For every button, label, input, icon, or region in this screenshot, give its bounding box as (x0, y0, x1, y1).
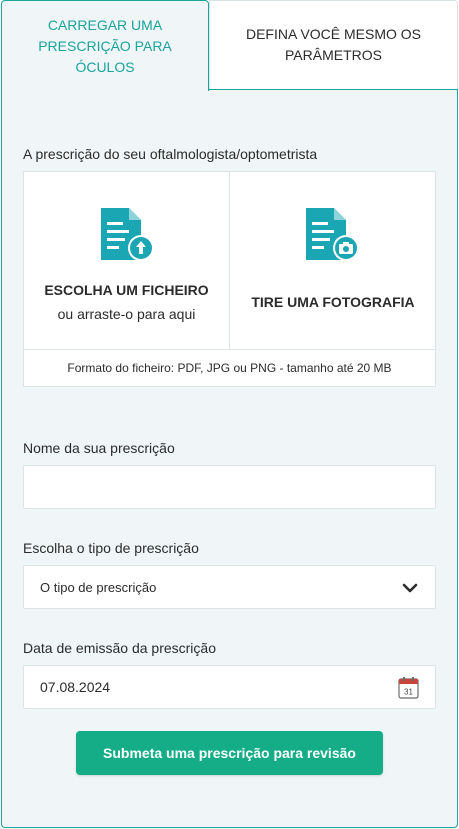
chevron-down-icon (402, 583, 418, 593)
prescription-name-label: Nome da sua prescrição (23, 440, 175, 456)
document-camera-icon (306, 208, 359, 261)
choose-file-title: ESCOLHA UM FICHEIRO (44, 282, 209, 298)
calendar-icon[interactable]: 31 (397, 675, 421, 700)
prescription-type-select[interactable]: O tipo de prescrição (23, 565, 436, 609)
upload-section-label: A prescrição do seu oftalmologista/optom… (23, 146, 318, 162)
calendar-day-text: 31 (404, 688, 413, 697)
submit-prescription-button[interactable]: Submeta uma prescrição para revisão (76, 731, 383, 775)
issue-date-value: 07.08.2024 (40, 679, 111, 695)
issue-date-label: Data de emissão da prescrição (23, 640, 216, 656)
prescription-type-value: O tipo de prescrição (40, 579, 157, 595)
choose-file-button[interactable]: ESCOLHA UM FICHEIRO ou arraste-o para aq… (24, 172, 230, 349)
take-photo-button[interactable]: TIRE UMA FOTOGRAFIA (230, 172, 436, 349)
prescription-name-input[interactable] (23, 465, 436, 509)
issue-date-input[interactable]: 07.08.2024 31 (23, 665, 436, 709)
file-format-note: Formato do ficheiro: PDF, JPG ou PNG - t… (24, 349, 435, 386)
document-upload-icon (101, 208, 154, 261)
upload-box: ESCOLHA UM FICHEIRO ou arraste-o para aq… (23, 171, 436, 387)
prescription-type-label: Escolha o tipo de prescrição (23, 540, 199, 556)
choose-file-subtitle: ou arraste-o para aqui (57, 306, 196, 322)
take-photo-title: TIRE UMA FOTOGRAFIA (251, 294, 415, 310)
